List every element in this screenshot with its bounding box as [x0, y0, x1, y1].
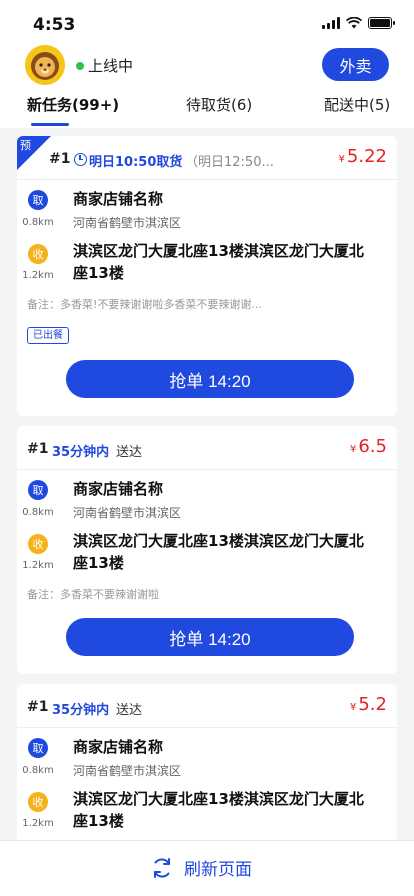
- tab-active-indicator: [31, 123, 69, 126]
- refresh-label: 刷新页面: [184, 860, 252, 880]
- shop-address: 河南省鹤壁市淇滨区: [73, 764, 182, 778]
- wifi-icon: [346, 17, 362, 29]
- receive-badge: 收: [28, 244, 48, 264]
- delivery-address: 淇滨区龙门大厦北座13楼淇滨区龙门大厦北座13楼: [73, 532, 364, 572]
- meal-ready-tag: 已出餐: [27, 327, 69, 344]
- task-tabs: 新任务(99+) 待取货(6) 配送中(5): [0, 94, 414, 128]
- delivery-address: 淇滨区龙门大厦北座13楼淇滨区龙门大厦北座13楼: [73, 242, 364, 282]
- preorder-badge-label: 预: [20, 139, 31, 152]
- pickup-time: 明日10:50取货: [89, 155, 183, 170]
- pickup-distance: 0.8km: [22, 217, 54, 228]
- order-price: ¥5.2: [350, 694, 387, 715]
- clock-icon: [74, 153, 87, 166]
- order-card-header: #1 35分钟内 送达 ¥6.5: [17, 426, 397, 470]
- delivery-label: 送达: [116, 445, 143, 460]
- online-status-label: 上线中: [88, 57, 134, 75]
- order-note: 备注：多香菜不要辣谢谢啦: [27, 588, 159, 601]
- receive-badge: 收: [28, 534, 48, 554]
- order-price: ¥6.5: [350, 436, 387, 457]
- online-status[interactable]: 上线中: [76, 55, 133, 76]
- preorder-badge: 预: [17, 136, 51, 170]
- receive-distance: 1.2km: [22, 270, 54, 281]
- order-card[interactable]: #1 35分钟内 送达 ¥5.2 取 0.8km 商家店铺名称 河南省鹤壁市淇滨…: [17, 684, 397, 844]
- top-panel: 4:53 上线中 外卖 新任务(99+) 待取货(6) 配送中(5): [0, 0, 414, 128]
- currency-symbol: ¥: [349, 702, 357, 713]
- order-card-header: #1 明日10:50取货 （明日12:50... ¥5.22: [17, 136, 397, 180]
- order-number: #1: [49, 151, 71, 167]
- pickup-distance: 0.8km: [22, 507, 54, 518]
- receive-distance: 1.2km: [22, 818, 54, 829]
- receive-badge: 收: [28, 792, 48, 812]
- grab-order-button[interactable]: 抢单 14:20: [66, 360, 354, 398]
- refresh-button[interactable]: 刷新页面: [150, 855, 252, 880]
- lion-avatar-icon: [25, 45, 65, 85]
- shop-name: 商家店铺名称: [73, 738, 164, 756]
- status-icons: [322, 17, 395, 29]
- shop-name: 商家店铺名称: [73, 190, 164, 208]
- order-card-header: #1 35分钟内 送达 ¥5.2: [17, 684, 397, 728]
- shop-address: 河南省鹤壁市淇滨区: [73, 506, 182, 520]
- currency-symbol: ¥: [349, 444, 357, 455]
- online-dot-icon: [76, 61, 84, 70]
- pickup-badge: 取: [28, 480, 48, 500]
- tab-to-pickup[interactable]: 待取货(6): [186, 94, 252, 115]
- delivery-time: （明日12:50...: [185, 155, 274, 170]
- bottom-bar: 刷新页面: [0, 840, 414, 896]
- shop-address: 河南省鹤壁市淇滨区: [73, 216, 182, 230]
- delivery-window: 35分钟内: [52, 445, 110, 460]
- price-value: 5.22: [346, 146, 387, 167]
- delivery-address: 淇滨区龙门大厦北座13楼淇滨区龙门大厦北座13楼: [73, 790, 364, 830]
- order-card[interactable]: #1 明日10:50取货 （明日12:50... ¥5.22 预 取 0.8km…: [17, 136, 397, 416]
- delivery-label: 送达: [116, 703, 143, 718]
- status-bar: 4:53: [0, 0, 414, 48]
- pickup-badge: 取: [28, 190, 48, 210]
- order-price: ¥5.22: [339, 146, 387, 167]
- receive-distance: 1.2km: [22, 560, 54, 571]
- tab-new-tasks[interactable]: 新任务(99+): [27, 94, 119, 115]
- order-note: 备注：多香菜!不要辣谢谢啦多香菜不要辣谢谢...: [27, 298, 262, 311]
- shop-name: 商家店铺名称: [73, 480, 164, 498]
- refresh-icon: [154, 857, 170, 878]
- takeout-button[interactable]: 外卖: [322, 48, 389, 81]
- order-number: #1: [27, 699, 49, 715]
- grab-order-button[interactable]: 抢单 14:20: [66, 618, 354, 656]
- signal-icon: [322, 17, 340, 29]
- tab-delivering[interactable]: 配送中(5): [324, 94, 390, 115]
- order-number: #1: [27, 441, 49, 457]
- pickup-badge: 取: [28, 738, 48, 758]
- battery-icon: [368, 17, 395, 29]
- avatar[interactable]: [25, 45, 65, 85]
- currency-symbol: ¥: [338, 154, 345, 165]
- price-value: 6.5: [358, 436, 387, 457]
- price-value: 5.2: [358, 694, 387, 715]
- order-card[interactable]: #1 35分钟内 送达 ¥6.5 取 0.8km 商家店铺名称 河南省鹤壁市淇滨…: [17, 426, 397, 674]
- delivery-window: 35分钟内: [52, 703, 110, 718]
- status-time: 4:53: [33, 15, 76, 35]
- pickup-distance: 0.8km: [22, 765, 54, 776]
